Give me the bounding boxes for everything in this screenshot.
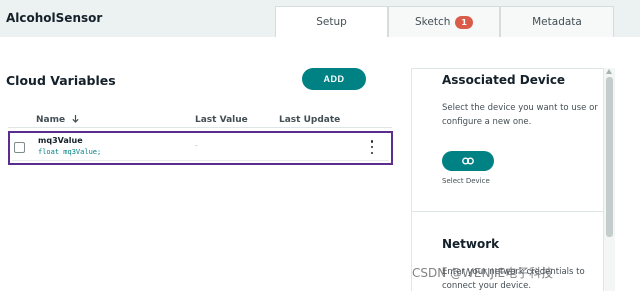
variable-last-value: - bbox=[195, 142, 198, 150]
variables-table-header: Name Last Value Last Update bbox=[8, 111, 392, 128]
tab-sketch-label: Sketch bbox=[415, 16, 451, 28]
scroll-up-arrow-icon[interactable] bbox=[606, 69, 612, 74]
tab-metadata-label: Metadata bbox=[532, 16, 582, 28]
table-row[interactable]: mq3Value float mq3Value; - bbox=[8, 131, 393, 165]
select-device-button[interactable] bbox=[442, 151, 494, 171]
column-name-label: Name bbox=[36, 115, 66, 125]
tab-bar: Setup Sketch 1 Metadata bbox=[275, 6, 614, 37]
add-variable-button[interactable]: ADD bbox=[302, 68, 366, 90]
row-menu-icon[interactable] bbox=[369, 140, 375, 154]
sketch-badge: 1 bbox=[455, 15, 473, 29]
app-title: AlcoholSensor bbox=[6, 11, 103, 25]
row-checkbox[interactable] bbox=[14, 142, 25, 153]
watermark: CSDN @WENJIE电子科技 bbox=[412, 266, 554, 280]
scrollbar-thumb[interactable] bbox=[606, 77, 613, 237]
associated-device-title: Associated Device bbox=[442, 73, 566, 87]
column-last-update: Last Update bbox=[279, 115, 341, 125]
top-bar: AlcoholSensor Setup Sketch 1 Metadata bbox=[0, 0, 640, 37]
network-title: Network bbox=[442, 237, 500, 251]
variable-name: mq3Value bbox=[38, 136, 83, 145]
select-device-label: Select Device bbox=[442, 177, 490, 185]
variable-declaration: float mq3Value; bbox=[38, 148, 102, 156]
arrow-down-icon bbox=[72, 115, 79, 123]
right-panel: Associated Device Select the device you … bbox=[411, 68, 604, 291]
tab-setup-label: Setup bbox=[316, 16, 347, 28]
tab-setup[interactable]: Setup bbox=[275, 6, 388, 37]
tab-sketch[interactable]: Sketch 1 bbox=[388, 6, 500, 37]
table-row-content: mq3Value float mq3Value; - bbox=[12, 135, 389, 161]
panel-divider bbox=[412, 211, 603, 212]
associated-device-description: Select the device you want to use or con… bbox=[442, 103, 598, 127]
column-last-value: Last Value bbox=[195, 115, 248, 125]
cloud-variables-title: Cloud Variables bbox=[6, 73, 116, 88]
panel-scrollbar[interactable] bbox=[604, 68, 615, 291]
link-icon bbox=[462, 157, 474, 165]
column-name[interactable]: Name bbox=[36, 115, 79, 125]
tab-metadata[interactable]: Metadata bbox=[500, 6, 614, 37]
